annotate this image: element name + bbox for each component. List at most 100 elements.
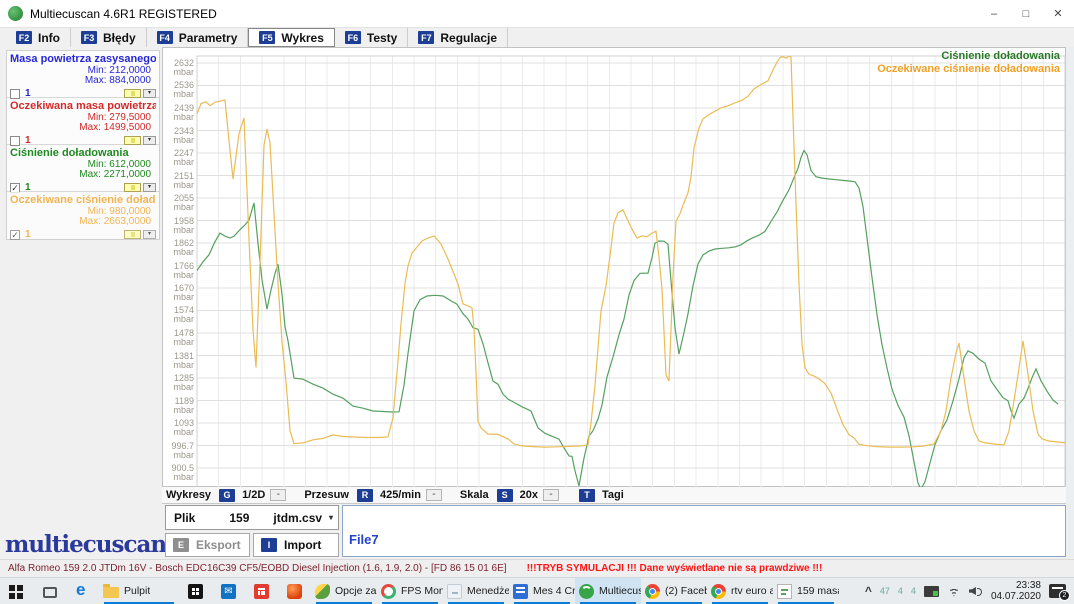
taskview-icon	[43, 587, 57, 598]
import-key-badge: I	[261, 538, 277, 552]
tab-info[interactable]: F2Info	[6, 28, 71, 47]
y-axis-tick-label: 900.5 mbar	[163, 464, 194, 482]
chart-legend: Ciśnienie doładowaniaOczekiwane ciśnieni…	[877, 50, 1060, 76]
office-button[interactable]	[278, 578, 311, 604]
multiecuscan-logo: multiecuscan	[5, 531, 166, 558]
chart-panel[interactable]: 2632 mbar2536 mbar2439 mbar2343 mbar2247…	[162, 47, 1066, 487]
task-facebook[interactable]: (2) Faceb..	[641, 578, 707, 604]
y-axis-tick-label: 1189 mbar	[163, 397, 194, 415]
control-decrease-button[interactable]: -	[270, 489, 286, 501]
channel-checkbox[interactable]: ✓	[10, 183, 20, 193]
fps-icon	[381, 584, 396, 599]
channel-color-button[interactable]	[124, 230, 141, 239]
task-label: 159 masa..	[797, 585, 839, 597]
tab-wykres[interactable]: F5Wykres	[248, 28, 334, 47]
channel-dropdown-button[interactable]: ▾	[143, 183, 156, 192]
task-mes4[interactable]: Mes 4 Cr..	[509, 578, 575, 604]
store-icon	[188, 584, 203, 599]
task-multiecuscan[interactable]: Multiecus..	[575, 578, 641, 604]
channel-color-button[interactable]	[124, 183, 141, 192]
y-axis-tick-label: 1093 mbar	[163, 419, 194, 437]
channel-checkbox[interactable]: ✓	[10, 230, 20, 240]
notification-center-icon[interactable]: 2	[1049, 584, 1066, 598]
edge-button[interactable]	[66, 578, 99, 604]
task-label: FPS Moni..	[401, 585, 443, 597]
tray-clock[interactable]: 23:3804.07.2020	[991, 580, 1041, 602]
channel-dropdown-button[interactable]: ▾	[143, 230, 156, 239]
fkey-badge: F5	[259, 31, 275, 44]
y-axis-tick-label: 2439 mbar	[163, 104, 194, 122]
tray-sensor-value[interactable]: 4	[911, 586, 916, 596]
legend-item: Oczekiwane ciśnienie doładowania	[877, 63, 1060, 76]
tray-date: 04.07.2020	[991, 591, 1041, 602]
task-view-button[interactable]	[33, 578, 66, 604]
task-159-masa[interactable]: 159 masa..	[773, 578, 839, 604]
channel-max: Max: 884,0000	[10, 76, 151, 86]
tab-testy[interactable]: F6Testy	[335, 28, 408, 47]
tray-expand-chevron[interactable]: ^	[865, 584, 872, 598]
tab-błędy[interactable]: F3Błędy	[71, 28, 147, 47]
control-key-badge: T	[579, 489, 595, 502]
file-name-value: jtdm.csv	[273, 511, 322, 525]
control-value: 20x	[520, 489, 538, 501]
import-button[interactable]: I Import	[253, 533, 339, 557]
channel-number-label: 1	[25, 229, 31, 240]
wifi-icon[interactable]	[947, 586, 961, 597]
channel-dropdown-button[interactable]: ▾	[143, 89, 156, 98]
y-axis-tick-label: 2247 mbar	[163, 149, 194, 167]
tab-bar: F2InfoF3BłędyF4ParametryF5WykresF6TestyF…	[0, 28, 1074, 47]
task-label: rtv euro a..	[731, 585, 773, 597]
y-axis-tick-label: 1478 mbar	[163, 329, 194, 347]
y-axis-tick-label: 1670 mbar	[163, 284, 194, 302]
status-bar: Alfa Romeo 159 2.0 JTDm 16V - Bosch EDC1…	[0, 559, 1074, 577]
channel-checkbox[interactable]	[10, 89, 20, 99]
control-decrease-button[interactable]: -	[543, 489, 559, 501]
tray-monitor-icon[interactable]	[924, 586, 939, 597]
mail-button[interactable]	[212, 578, 245, 604]
file-number-value: 159	[229, 511, 249, 525]
channel-checkbox[interactable]	[10, 136, 20, 146]
fkey-badge: F2	[16, 31, 32, 44]
channel-panel: Oczekiwana masa powietrzaMin: 279,5000Ma…	[7, 98, 159, 145]
task-opcje[interactable]: Opcje za..	[311, 578, 377, 604]
file-tab-box[interactable]: File7	[342, 505, 1066, 557]
menedze-icon	[447, 584, 462, 599]
minimize-button[interactable]: –	[978, 0, 1010, 28]
speaker-icon[interactable]	[969, 585, 983, 597]
task-rtv-euro[interactable]: rtv euro a..	[707, 578, 773, 604]
channel-panel: Oczekiwane ciśnienie doładowaniaMin: 980…	[7, 192, 159, 239]
tab-parametry[interactable]: F4Parametry	[147, 28, 249, 47]
close-button[interactable]: ✕	[1042, 0, 1074, 28]
maximize-button[interactable]: □	[1010, 0, 1042, 28]
tab-regulacje[interactable]: F7Regulacje	[408, 28, 508, 47]
chart-scroll-strip[interactable]	[1066, 47, 1074, 557]
control-decrease-button[interactable]: -	[426, 489, 442, 501]
y-axis-tick-label: 1958 mbar	[163, 217, 194, 235]
edge-icon	[75, 584, 90, 599]
channel-minmax: Min: 612,0000Max: 2271,0000	[10, 160, 156, 180]
task-fps-monitor[interactable]: FPS Moni..	[377, 578, 443, 604]
task-menedzer[interactable]: Menedże..	[443, 578, 509, 604]
channel-color-button[interactable]	[124, 136, 141, 145]
y-axis-tick-label: 2536 mbar	[163, 81, 194, 99]
plik-label: Plik	[174, 511, 195, 525]
store-button[interactable]	[179, 578, 212, 604]
control-key-badge: S	[497, 489, 513, 502]
explorer-pulpit-button[interactable]: Pulpit	[99, 578, 179, 604]
mes4-icon	[513, 584, 528, 599]
y-axis-tick-label: 2632 mbar	[163, 59, 194, 77]
channel-color-button[interactable]	[124, 89, 141, 98]
file-dropdown-caret[interactable]: ▾	[329, 513, 333, 522]
chrome-icon	[645, 584, 660, 599]
channel-minmax: Min: 279,5000Max: 1499,5000	[10, 113, 156, 133]
folder-icon	[103, 587, 119, 598]
eksport-button[interactable]: E Eksport	[165, 533, 250, 557]
controls-row: WykresyG1/2D-PrzesuwR425/min-SkalaS20x-T…	[162, 487, 1066, 504]
plik-box[interactable]: Plik 159 jtdm.csv ▾	[165, 505, 339, 530]
tray-sensor-value[interactable]: 47	[880, 586, 890, 596]
red-app-button[interactable]	[245, 578, 278, 604]
tray-sensor-value[interactable]: 4	[898, 586, 903, 596]
channel-dropdown-button[interactable]: ▾	[143, 136, 156, 145]
start-button[interactable]	[0, 578, 33, 604]
chart-canvas[interactable]	[163, 48, 1067, 488]
